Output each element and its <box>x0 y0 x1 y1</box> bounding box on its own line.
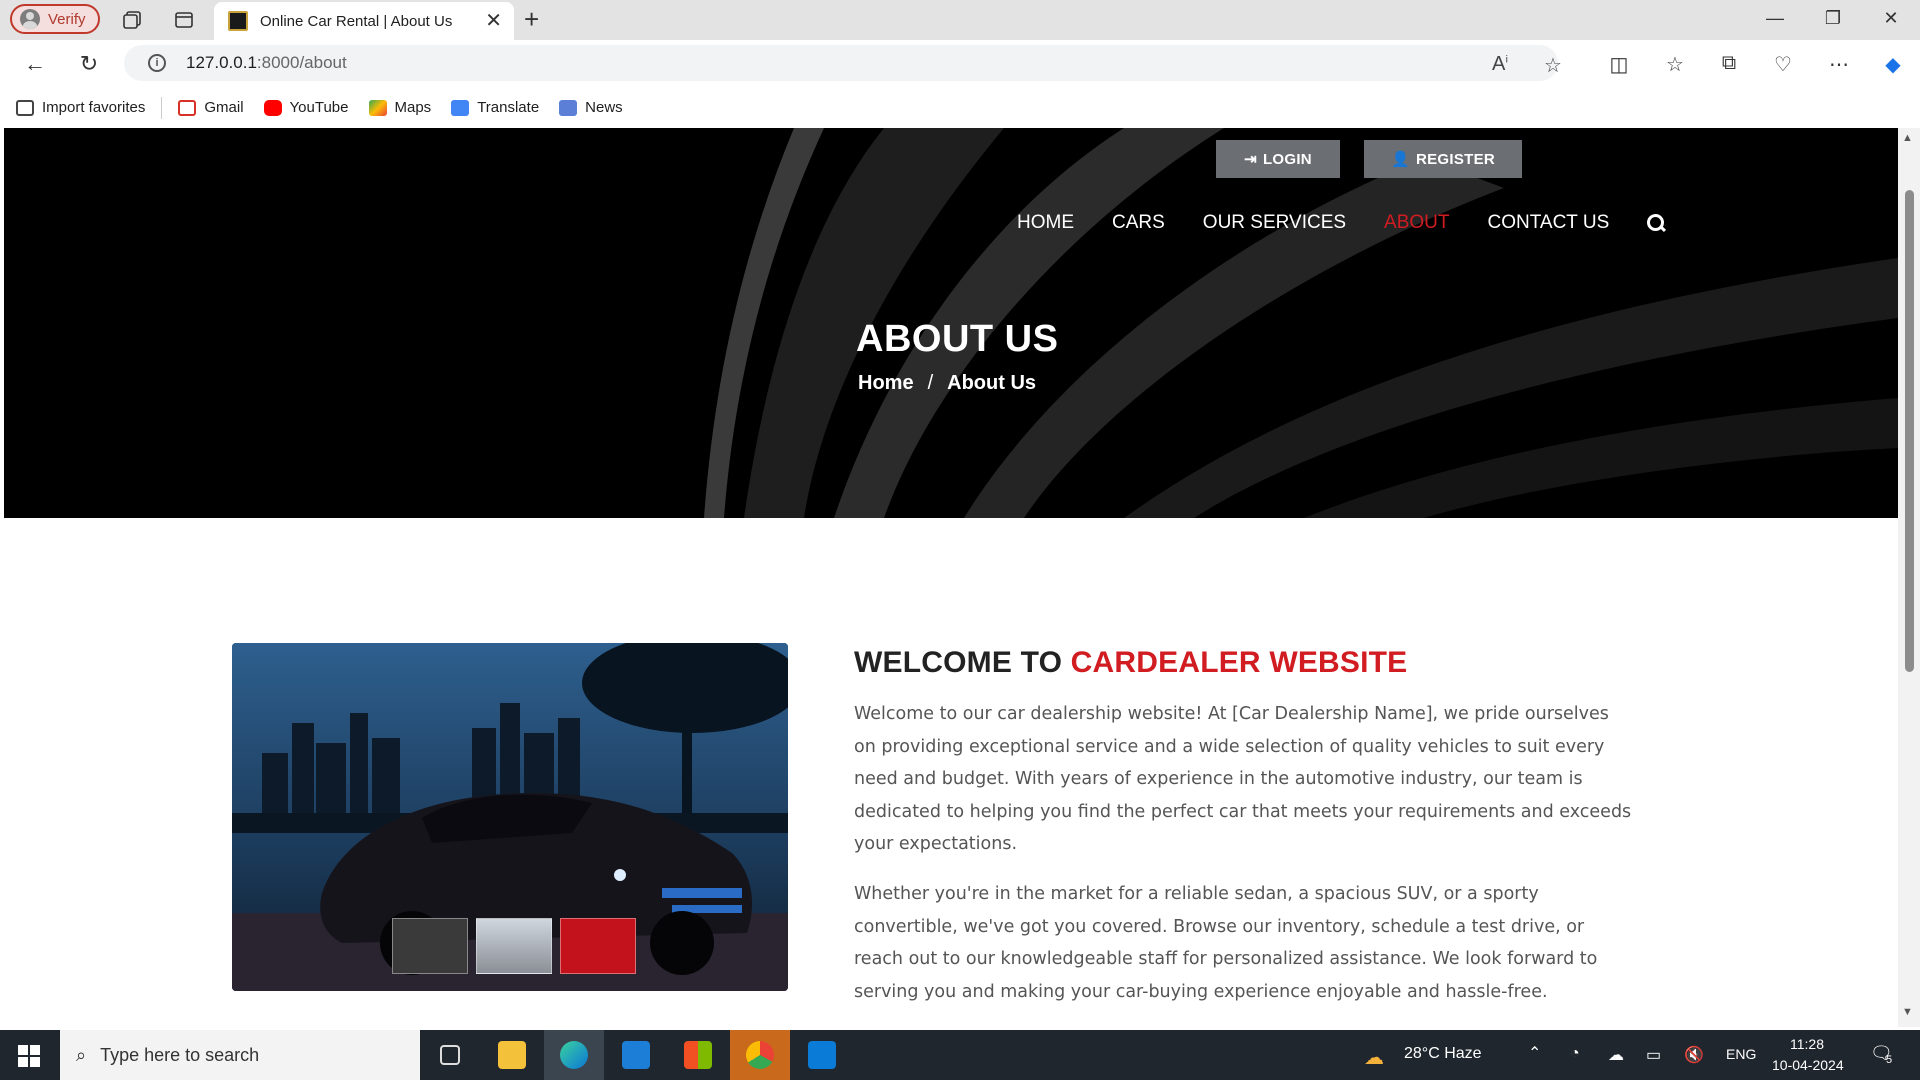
translate-icon <box>451 99 470 116</box>
address-bar[interactable]: i 127.0.0.1:8000/about Aⅰ ☆ <box>124 45 1562 81</box>
thumbnail-red-car[interactable] <box>560 918 636 974</box>
notification-count: 5 <box>1886 1054 1893 1066</box>
nav-our-services[interactable]: OUR SERVICES <box>1203 212 1346 234</box>
breadcrumb-current: About Us <box>947 372 1037 394</box>
breadcrumb-separator: / <box>927 372 934 394</box>
scroll-up-icon[interactable]: ▲ <box>1902 132 1913 144</box>
file-explorer-icon[interactable] <box>482 1030 542 1080</box>
weather-icon: ☁ <box>1364 1047 1384 1069</box>
about-car-image <box>232 643 788 991</box>
register-button[interactable]: 👤 REGISTER <box>1364 140 1522 178</box>
clock-date[interactable]: 10-04-2024 <box>1772 1057 1844 1073</box>
site-info-icon[interactable]: i <box>148 54 166 72</box>
read-aloud-icon[interactable]: Aⅰ <box>1492 53 1508 76</box>
copilot-icon[interactable]: ◆ <box>1880 52 1906 76</box>
more-options-icon[interactable]: ⋯ <box>1826 52 1852 76</box>
nav-about[interactable]: ABOUT <box>1384 212 1449 234</box>
breadcrumb: Home / About Us <box>858 372 1036 395</box>
vscode-icon[interactable] <box>792 1030 852 1080</box>
minimize-icon[interactable]: — <box>1760 8 1790 29</box>
edge-browser-icon[interactable] <box>544 1030 604 1080</box>
import-icon <box>16 99 34 116</box>
task-view-icon[interactable] <box>420 1030 480 1080</box>
browser-essentials-icon[interactable]: ♡ <box>1770 52 1796 76</box>
gmail-icon <box>178 99 197 116</box>
profile-button[interactable]: Verify <box>10 4 100 34</box>
taskbar-search[interactable]: ⌕ Type here to search <box>60 1030 420 1080</box>
youtube-icon <box>263 99 282 116</box>
bookmark-translate[interactable]: Translate <box>451 99 539 116</box>
favorite-star-icon[interactable]: ☆ <box>1544 53 1562 78</box>
mail-icon[interactable] <box>606 1030 666 1080</box>
profile-avatar-icon <box>20 9 40 29</box>
clock-time[interactable]: 11:28 <box>1790 1036 1824 1052</box>
favorites-icon[interactable]: ☆ <box>1662 52 1688 76</box>
thumbnail-dark-car[interactable] <box>476 918 552 974</box>
hero-banner: ⇥ LOGIN 👤 REGISTER HOME CARS OUR SERVICE… <box>4 128 1898 518</box>
url-text: 127.0.0.1:8000/about <box>186 53 347 72</box>
onedrive-icon[interactable]: ☁ <box>1608 1045 1624 1065</box>
about-paragraph-1: Welcome to our car dealership website! A… <box>854 704 1632 854</box>
tray-chevron-icon[interactable]: ⌃ <box>1528 1043 1541 1063</box>
main-navigation: HOME CARS OUR SERVICES ABOUT CONTACT US <box>1017 208 1665 238</box>
tab-title: Online Car Rental | About Us <box>260 12 453 30</box>
maps-icon <box>368 99 387 116</box>
image-thumbnails <box>392 918 636 974</box>
new-tab-icon[interactable]: + <box>524 6 539 32</box>
thumbnail-silver-car[interactable] <box>392 918 468 974</box>
address-toolbar: ← ↻ i 127.0.0.1:8000/about Aⅰ ☆ ◫ ☆ ⧉ ♡ … <box>0 40 1920 87</box>
site-favicon-icon <box>228 11 248 31</box>
breadcrumb-home[interactable]: Home <box>858 372 914 395</box>
tab-close-icon[interactable]: ✕ <box>485 11 502 31</box>
bookmark-maps[interactable]: Maps <box>368 99 431 116</box>
weather-text[interactable]: 28°C Haze <box>1404 1045 1482 1063</box>
close-window-icon[interactable]: ✕ <box>1876 8 1906 29</box>
bookmark-gmail[interactable]: Gmail <box>178 99 244 116</box>
scrollbar-thumb[interactable] <box>1905 190 1914 672</box>
news-icon <box>559 99 578 116</box>
bookmark-news[interactable]: News <box>559 99 623 116</box>
search-icon[interactable] <box>1647 214 1665 232</box>
collections-icon[interactable]: ⧉ <box>1716 52 1742 76</box>
search-icon: ⌕ <box>76 1044 87 1065</box>
workspaces-icon[interactable] <box>120 8 144 32</box>
store-icon[interactable] <box>668 1030 728 1080</box>
wifi-icon[interactable]: ◔ <box>1570 1045 1580 1063</box>
windows-start-icon[interactable] <box>18 1045 40 1067</box>
about-paragraph-2: Whether you're in the market for a relia… <box>854 884 1598 1002</box>
nav-home[interactable]: HOME <box>1017 212 1074 234</box>
login-icon: ⇥ <box>1244 151 1257 168</box>
chrome-icon[interactable] <box>730 1030 790 1080</box>
page-scrollbar[interactable]: ▲ ▼ <box>1898 128 1920 1027</box>
bookmark-youtube[interactable]: YouTube <box>263 99 349 116</box>
about-heading: WELCOME TO CARDEALER WEBSITE <box>854 646 1408 679</box>
refresh-icon[interactable]: ↻ <box>74 50 104 78</box>
bookmark-import-favorites[interactable]: Import favorites <box>16 99 145 116</box>
user-plus-icon: 👤 <box>1390 151 1410 168</box>
nav-contact-us[interactable]: CONTACT US <box>1488 212 1610 234</box>
login-button[interactable]: ⇥ LOGIN <box>1216 140 1340 178</box>
page-viewport: ⇥ LOGIN 👤 REGISTER HOME CARS OUR SERVICE… <box>4 128 1898 1027</box>
scroll-down-icon[interactable]: ▼ <box>1902 1006 1913 1018</box>
volume-muted-icon[interactable]: 🔇 <box>1684 1045 1704 1065</box>
favorites-bar: Import favorites Gmail YouTube Maps Tran… <box>0 87 1920 128</box>
tab-current[interactable]: Online Car Rental | About Us ✕ <box>214 2 514 40</box>
battery-icon[interactable]: ▭ <box>1646 1045 1661 1065</box>
page-title: ABOUT US <box>856 318 1059 360</box>
bookmark-separator <box>161 96 163 119</box>
language-indicator[interactable]: ENG <box>1726 1046 1756 1062</box>
restore-icon[interactable]: ❐ <box>1818 8 1848 29</box>
browser-tab-bar: Verify Online Car Rental | About Us ✕ + … <box>0 0 1920 40</box>
tab-actions-icon[interactable] <box>172 8 196 32</box>
profile-label: Verify <box>48 10 86 28</box>
nav-cars[interactable]: CARS <box>1112 212 1165 234</box>
windows-taskbar: ⌕ Type here to search ☁ 28°C Haze ⌃ ◔ ☁ … <box>0 1030 1920 1080</box>
split-screen-icon[interactable]: ◫ <box>1606 52 1632 76</box>
back-icon[interactable]: ← <box>20 50 50 78</box>
